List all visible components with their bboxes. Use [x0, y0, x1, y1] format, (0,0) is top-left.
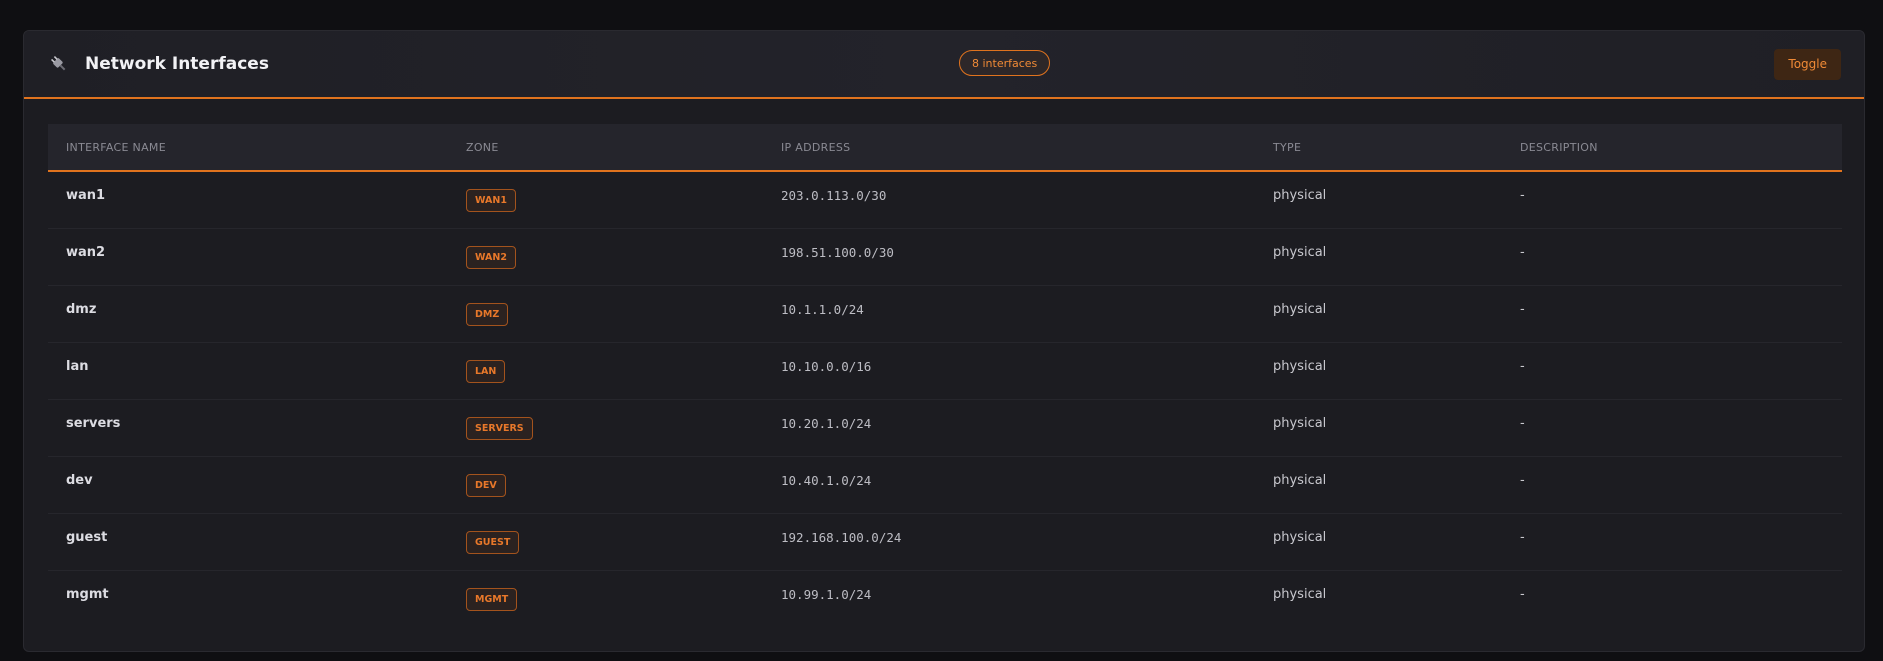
zone-badge: WAN2: [466, 245, 516, 269]
interface-type: physical: [1255, 166, 1502, 224]
interface-description: -: [1502, 508, 1842, 566]
zone-cell: MGMT: [448, 571, 763, 628]
column-header-type[interactable]: TYPE: [1255, 124, 1502, 172]
zone-cell: LAN: [448, 342, 763, 400]
zone-cell: SERVERS: [448, 399, 763, 457]
ip-address: 10.10.0.0/16: [763, 337, 1255, 395]
interface-type: physical: [1255, 337, 1502, 395]
ip-address: 192.168.100.0/24: [763, 508, 1255, 566]
interfaces-table: INTERFACE NAME ZONE IP ADDRESS TYPE DESC…: [48, 124, 1842, 627]
table-row[interactable]: wan2 WAN2 198.51.100.0/30 physical -: [48, 223, 1842, 286]
interface-name: wan1: [48, 166, 448, 224]
table-row[interactable]: wan1 WAN1 203.0.113.0/30 physical -: [48, 166, 1842, 229]
interface-description: -: [1502, 223, 1842, 281]
interface-name: lan: [48, 337, 448, 395]
zone-badge: MGMT: [466, 587, 518, 611]
table-row[interactable]: lan LAN 10.10.0.0/16 physical -: [48, 337, 1842, 400]
network-interfaces-panel: Network Interfaces 8 interfaces Toggle I…: [23, 30, 1865, 652]
zone-badge: LAN: [466, 359, 506, 383]
interface-name: guest: [48, 508, 448, 566]
column-header-ip-address[interactable]: IP ADDRESS: [763, 124, 1255, 172]
interface-description: -: [1502, 451, 1842, 509]
interfaces-table-container: INTERFACE NAME ZONE IP ADDRESS TYPE DESC…: [48, 124, 1842, 627]
ip-address: 10.20.1.0/24: [763, 394, 1255, 452]
ip-address: 10.99.1.0/24: [781, 586, 872, 602]
interface-description: -: [1520, 586, 1525, 602]
interface-name: dev: [48, 451, 448, 509]
plug-icon: [48, 53, 70, 75]
column-header-description[interactable]: DESCRIPTION: [1502, 124, 1842, 172]
interface-description: -: [1502, 337, 1842, 395]
zone-cell: DEV: [448, 456, 763, 514]
column-header-interface-name[interactable]: INTERFACE NAME: [48, 124, 448, 172]
ip-address: 198.51.100.0/30: [763, 223, 1255, 281]
table-row[interactable]: dmz DMZ 10.1.1.0/24 physical -: [48, 280, 1842, 343]
interface-description: -: [1502, 166, 1842, 224]
panel-title-group: Network Interfaces: [48, 31, 269, 97]
zone-cell: WAN1: [448, 171, 763, 229]
zone-badge: DMZ: [466, 302, 509, 326]
zone-badge: SERVERS: [466, 416, 533, 440]
interface-type: physical: [1255, 451, 1502, 509]
interface-type: physical: [1255, 280, 1502, 338]
panel-title: Network Interfaces: [85, 54, 269, 74]
interface-type: physical: [1255, 394, 1502, 452]
zone-badge: GUEST: [466, 530, 520, 554]
table-header-row: INTERFACE NAME ZONE IP ADDRESS TYPE DESC…: [48, 124, 1842, 172]
table-row[interactable]: mgmt MGMT 10.99.1.0/24 physical -: [48, 571, 1842, 628]
interface-name: servers: [48, 394, 448, 452]
zone-cell: GUEST: [448, 513, 763, 571]
toggle-button[interactable]: Toggle: [1774, 49, 1841, 80]
ip-address: 203.0.113.0/30: [763, 166, 1255, 224]
zone-badge: WAN1: [466, 188, 516, 212]
zone-cell: DMZ: [448, 285, 763, 343]
column-header-zone[interactable]: ZONE: [448, 124, 763, 172]
table-row[interactable]: servers SERVERS 10.20.1.0/24 physical -: [48, 394, 1842, 457]
interface-type: physical: [1255, 223, 1502, 281]
interface-description: -: [1502, 394, 1842, 452]
zone-cell: WAN2: [448, 228, 763, 286]
interface-name: mgmt: [66, 586, 109, 602]
interface-type: physical: [1255, 508, 1502, 566]
table-row[interactable]: dev DEV 10.40.1.0/24 physical -: [48, 451, 1842, 514]
panel-header: Network Interfaces 8 interfaces Toggle: [24, 31, 1864, 99]
table-row[interactable]: guest GUEST 192.168.100.0/24 physical -: [48, 508, 1842, 571]
interface-name: dmz: [48, 280, 448, 338]
interface-count-badge: 8 interfaces: [959, 50, 1051, 76]
interface-type: physical: [1273, 586, 1327, 602]
zone-badge: DEV: [466, 473, 506, 497]
ip-address: 10.40.1.0/24: [763, 451, 1255, 509]
interface-description: -: [1502, 280, 1842, 338]
table-body: wan1 WAN1 203.0.113.0/30 physical - wan2 WAN2 1…: [48, 166, 1842, 628]
ip-address: 10.1.1.0/24: [763, 280, 1255, 338]
interface-name: wan2: [48, 223, 448, 281]
